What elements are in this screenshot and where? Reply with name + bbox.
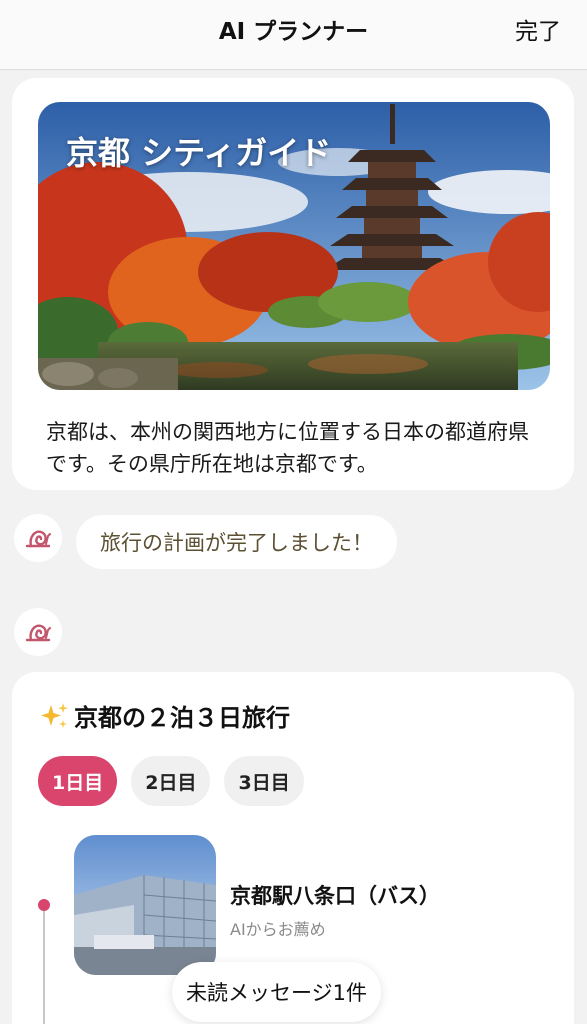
guide-description: 京都は、本州の関西地方に位置する日本の都道府県です。その県庁所在地は京都です。 (46, 420, 529, 476)
sparkles-icon (41, 702, 68, 728)
place-thumbnail[interactable] (74, 835, 216, 975)
place-subtitle: AIからお薦め (230, 920, 326, 939)
plan-title: 京都の２泊３日旅行 (74, 704, 290, 732)
snail-icon (25, 624, 51, 642)
plan-title-row: 京都の２泊３日旅行 (40, 698, 290, 733)
unread-messages-button[interactable]: 未読メッセージ1件 (172, 962, 381, 1022)
timeline-line (43, 905, 45, 1024)
chat-message-bubble: 旅行の計画が完了しました！ (76, 515, 397, 569)
done-button[interactable]: 完了 (515, 12, 561, 46)
day-tabs: 1日目 2日目 3日目 (38, 756, 304, 806)
city-guide-card[interactable]: 京都 シティガイド 京都は、本州の関西地方に位置する日本の都道府県です。その県庁… (12, 78, 574, 490)
guide-title: 京都 シティガイド (66, 134, 332, 172)
timeline-dot (38, 899, 50, 911)
assistant-avatar (14, 608, 62, 656)
top-bar: AI プランナー 完了 (0, 0, 587, 70)
page-title: AI プランナー (218, 19, 369, 45)
snail-icon (25, 530, 51, 548)
hero-image: 京都 シティガイド (38, 102, 550, 390)
assistant-avatar (14, 514, 62, 562)
tab-day-1[interactable]: 1日目 (38, 756, 118, 806)
tab-day-2[interactable]: 2日目 (131, 756, 211, 806)
tab-day-3[interactable]: 3日目 (224, 756, 304, 806)
place-name[interactable]: 京都駅八条口（バス） (230, 880, 440, 910)
